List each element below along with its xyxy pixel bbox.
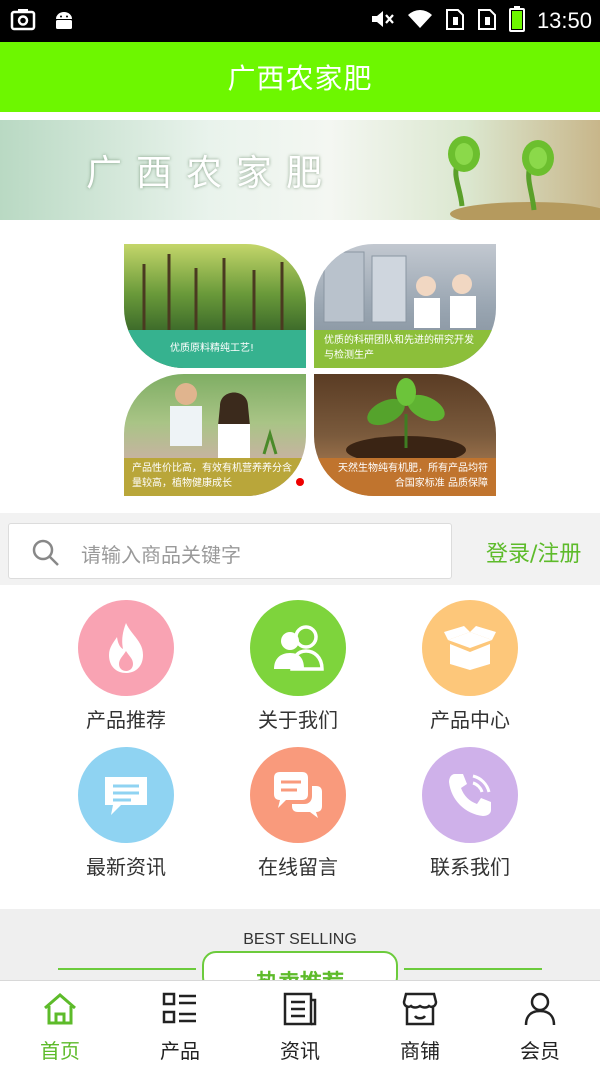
best-selling-en: BEST SELLING — [243, 931, 357, 948]
hero-image[interactable]: 优质原料精纯工艺! 优质的科研团队和先进的研究开发与检测生产 产品性价比高，有效… — [124, 244, 496, 496]
bottom-tab-bar: 首页 产品 资讯 商铺 会员 — [0, 980, 600, 1067]
search-icon — [31, 538, 61, 572]
news-icon — [240, 991, 360, 1027]
tab-shop[interactable]: 商铺 — [360, 991, 480, 1064]
tab-label: 商铺 — [400, 1039, 440, 1063]
android-icon — [52, 8, 76, 36]
grid-item-online-message[interactable]: 在线留言 — [212, 747, 384, 880]
home-icon — [0, 991, 120, 1027]
hero-tile-lab: 优质的科研团队和先进的研究开发与检测生产 — [314, 244, 496, 368]
grid-label: 在线留言 — [258, 855, 338, 879]
message-icon — [78, 747, 174, 843]
search-bar: 请输入商品关键字 登录/注册 — [0, 513, 600, 585]
divider — [404, 968, 542, 970]
hero-tile-forest: 优质原料精纯工艺! — [124, 244, 306, 368]
grid-label: 联系我们 — [430, 855, 510, 879]
tab-label: 会员 — [520, 1039, 560, 1063]
battery-icon — [508, 6, 525, 36]
tab-member[interactable]: 会员 — [480, 991, 600, 1064]
hero-caption-3: 产品性价比高，有效有机营养养分含量较高，植物健康成长 — [132, 463, 292, 489]
tab-home[interactable]: 首页 — [0, 991, 120, 1064]
banner-title: 广西农家肥 — [86, 153, 337, 194]
flame-icon — [78, 600, 174, 696]
hero-caption-2: 优质的科研团队和先进的研究开发与检测生产 — [324, 335, 474, 361]
grid-label: 关于我们 — [258, 708, 338, 732]
sim2-icon — [477, 7, 497, 35]
chat-icon — [250, 747, 346, 843]
users-icon — [250, 600, 346, 696]
hero-caption-1: 优质原料精纯工艺! — [170, 343, 255, 354]
grid-item-contact-us[interactable]: 联系我们 — [384, 747, 556, 880]
top-banner[interactable]: 广西农家肥 — [0, 120, 600, 220]
tab-label: 资讯 — [280, 1039, 320, 1063]
search-placeholder: 请输入商品关键字 — [81, 543, 241, 567]
tab-products[interactable]: 产品 — [120, 991, 240, 1064]
tab-news[interactable]: 资讯 — [240, 991, 360, 1064]
grid-item-product-center[interactable]: 产品中心 — [384, 600, 556, 733]
sim1-icon — [445, 7, 465, 35]
best-selling-section: BEST SELLING 热卖推荐 — [0, 909, 600, 996]
search-input[interactable]: 请输入商品关键字 — [8, 523, 452, 579]
status-bar: 13:50 — [0, 0, 600, 42]
app-bar: 广西农家肥 — [0, 42, 600, 112]
shop-icon — [360, 991, 480, 1027]
grid-item-product-recommend[interactable]: 产品推荐 — [40, 600, 212, 733]
hero-tile-seedling: 天然生物纯有机肥，所有产品均符合国家标准 品质保障 — [314, 374, 496, 496]
mute-icon — [369, 7, 395, 35]
category-grid: 产品推荐 关于我们 产品中心 最新资讯 在线留言 联系我们 — [0, 585, 600, 905]
login-register-link[interactable]: 登录/注册 — [486, 536, 581, 568]
phone-icon — [422, 747, 518, 843]
grid-label: 产品推荐 — [86, 708, 166, 732]
divider — [58, 968, 196, 970]
grid-label: 产品中心 — [430, 708, 510, 732]
box-icon — [422, 600, 518, 696]
list-icon — [120, 991, 240, 1027]
grid-label: 最新资讯 — [86, 855, 166, 879]
screenshot-icon — [10, 8, 36, 36]
grid-item-about-us[interactable]: 关于我们 — [212, 600, 384, 733]
hero-caption-4: 天然生物纯有机肥，所有产品均符合国家标准 品质保障 — [338, 463, 488, 489]
tab-label: 首页 — [40, 1039, 80, 1063]
hero-tile-family: 产品性价比高，有效有机营养养分含量较高，植物健康成长 — [124, 374, 306, 496]
clock: 13:50 — [536, 8, 592, 33]
sprout-image — [448, 136, 600, 220]
carousel-indicator[interactable] — [296, 478, 304, 486]
tab-label: 产品 — [160, 1039, 200, 1063]
page-title: 广西农家肥 — [227, 62, 373, 95]
user-icon — [480, 991, 600, 1027]
wifi-icon — [407, 8, 433, 34]
grid-item-latest-news[interactable]: 最新资讯 — [40, 747, 212, 880]
